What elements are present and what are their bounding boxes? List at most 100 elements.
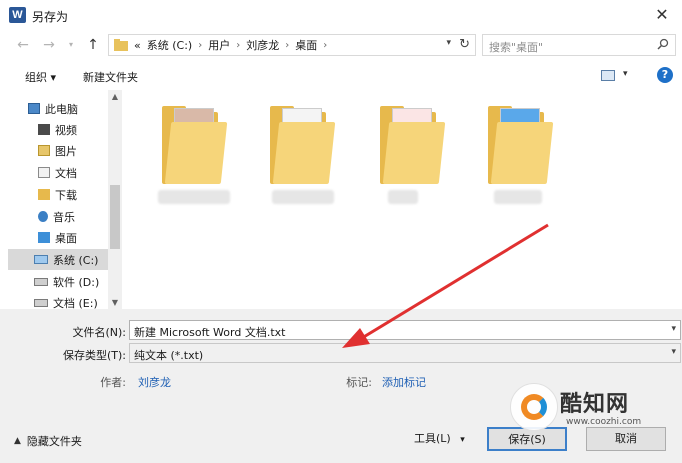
- sidebar-item-drive-c[interactable]: 系统 (C:): [8, 249, 108, 270]
- folder-front: [490, 122, 554, 184]
- command-toolbar: 组织 ▾ 新建文件夹 ▾ ?: [0, 60, 682, 90]
- hide-folders-label: 隐藏文件夹: [26, 435, 82, 448]
- watermark-url: www.coozhi.com: [566, 417, 642, 427]
- cancel-button[interactable]: 取消: [586, 427, 666, 451]
- folder-name-blurred: [388, 190, 418, 204]
- navigation-pane: 此电脑 视频 图片 文档 下载 音乐 桌面 系统 (C:) 软件 (D:) 文档…: [8, 90, 122, 309]
- filename-input[interactable]: 新建 Microsoft Word 文档.txt ▾: [129, 320, 681, 340]
- help-icon[interactable]: ?: [657, 67, 673, 83]
- download-icon: [38, 189, 50, 200]
- breadcrumb-user[interactable]: 刘彦龙: [246, 37, 279, 53]
- folder-item[interactable]: [380, 104, 446, 184]
- author-value[interactable]: 刘彦龙: [138, 374, 171, 390]
- documents-icon: [38, 167, 50, 178]
- coozhi-logo-icon: [510, 383, 558, 431]
- filetype-label: 保存类型(T):: [62, 349, 126, 362]
- forward-arrow-icon[interactable]: →: [40, 37, 58, 53]
- save-button[interactable]: 保存(S): [487, 427, 567, 451]
- scrollbar-thumb[interactable]: [110, 185, 120, 249]
- sidebar-item-label: 图片: [55, 144, 77, 158]
- folder-name-blurred: [494, 190, 542, 204]
- navigation-row: ← → ▾ ↑ « 系统 (C:) › 用户 › 刘彦龙 › 桌面 › ▾ ↻ …: [0, 30, 682, 60]
- address-overflow[interactable]: «: [134, 39, 141, 52]
- search-icon[interactable]: [657, 38, 669, 50]
- breadcrumb-separator-icon[interactable]: ›: [236, 40, 240, 51]
- sidebar-item-music[interactable]: 音乐: [8, 206, 108, 227]
- folder-icon: [114, 39, 128, 51]
- sidebar-item-downloads[interactable]: 下载: [8, 184, 108, 205]
- filetype-dropdown-chevron-icon[interactable]: ▾: [671, 347, 676, 357]
- organize-menu[interactable]: 组织 ▾: [25, 69, 56, 85]
- folder-item[interactable]: [270, 104, 336, 184]
- add-tags-link[interactable]: 添加标记: [382, 374, 426, 390]
- up-arrow-icon[interactable]: ↑: [84, 37, 102, 53]
- folder-item[interactable]: [488, 104, 554, 184]
- drive-icon: [34, 277, 48, 286]
- filetype-value: 纯文本 (*.txt): [134, 349, 204, 362]
- sidebar-scrollbar[interactable]: ▲ ▼: [108, 90, 122, 309]
- sidebar-item-label: 软件 (D:): [53, 275, 100, 289]
- sidebar-item-videos[interactable]: 视频: [8, 119, 108, 140]
- refresh-icon[interactable]: ↻: [459, 37, 470, 52]
- pc-icon: [28, 103, 40, 114]
- music-icon: [38, 211, 48, 222]
- file-list-pane: [122, 90, 682, 309]
- word-app-icon: W: [9, 7, 26, 23]
- tags-label: 标记:: [346, 376, 372, 389]
- back-arrow-icon[interactable]: ←: [14, 37, 32, 53]
- sidebar-item-label: 桌面: [55, 231, 77, 245]
- sidebar-item-drive-d[interactable]: 软件 (D:): [8, 271, 108, 292]
- folder-name-blurred: [158, 190, 230, 204]
- sidebar-item-this-pc[interactable]: 此电脑: [8, 98, 108, 119]
- sidebar-item-documents[interactable]: 文档: [8, 162, 108, 183]
- author-label: 作者:: [100, 376, 126, 389]
- sidebar-item-label: 此电脑: [45, 102, 78, 116]
- address-bar[interactable]: « 系统 (C:) › 用户 › 刘彦龙 › 桌面 › ▾ ↻: [108, 34, 476, 56]
- filetype-select[interactable]: 纯文本 (*.txt) ▾: [129, 343, 681, 363]
- tools-label: 工具(L): [414, 432, 451, 445]
- search-box[interactable]: 搜索"桌面": [482, 34, 676, 56]
- scroll-up-icon[interactable]: ▲: [108, 92, 122, 101]
- sidebar-item-label: 文档 (E:): [53, 296, 98, 310]
- sidebar-item-drive-e[interactable]: 文档 (E:): [8, 292, 108, 309]
- watermark-brand: 酷知网: [560, 392, 630, 417]
- filename-dropdown-chevron-icon[interactable]: ▾: [671, 324, 676, 334]
- title-bar: W 另存为 ✕: [0, 0, 682, 30]
- sidebar-item-label: 下载: [55, 188, 77, 202]
- sidebar-item-label: 系统 (C:): [53, 253, 99, 267]
- address-dropdown-chevron-icon[interactable]: ▾: [446, 38, 451, 48]
- recent-locations-chevron-icon[interactable]: ▾: [62, 37, 80, 53]
- folder-front: [382, 122, 446, 184]
- folder-item[interactable]: [162, 104, 228, 184]
- view-dropdown-chevron-icon[interactable]: ▾: [623, 69, 628, 79]
- breadcrumb-desktop[interactable]: 桌面: [295, 37, 317, 53]
- folder-name-blurred: [272, 190, 334, 204]
- hide-folders-toggle[interactable]: ▲ 隐藏文件夹: [14, 433, 82, 449]
- sidebar-item-pictures[interactable]: 图片: [8, 140, 108, 161]
- sidebar-item-label: 音乐: [53, 210, 75, 224]
- view-options-icon[interactable]: [601, 70, 615, 81]
- breadcrumb-separator-icon[interactable]: ›: [323, 40, 327, 51]
- desktop-icon: [38, 232, 50, 243]
- new-folder-button[interactable]: 新建文件夹: [83, 69, 138, 85]
- search-placeholder: 搜索"桌面": [489, 41, 544, 54]
- chevron-up-icon: ▲: [14, 436, 21, 446]
- folder-front: [272, 122, 336, 184]
- breadcrumb-users[interactable]: 用户: [208, 37, 230, 53]
- sidebar-item-label: 视频: [55, 123, 77, 137]
- tools-menu[interactable]: 工具(L) ▾: [414, 430, 465, 446]
- pictures-icon: [38, 145, 50, 156]
- filename-value: 新建 Microsoft Word 文档.txt: [134, 326, 286, 339]
- drive-c-icon: [34, 255, 48, 264]
- filename-label: 文件名(N):: [72, 326, 126, 339]
- breadcrumb-separator-icon[interactable]: ›: [198, 40, 202, 51]
- tools-dropdown-chevron-icon: ▾: [460, 435, 465, 445]
- scroll-down-icon[interactable]: ▼: [108, 298, 122, 307]
- close-icon[interactable]: ✕: [650, 4, 674, 26]
- breadcrumb-separator-icon[interactable]: ›: [285, 40, 289, 51]
- sidebar-item-desktop[interactable]: 桌面: [8, 227, 108, 248]
- folder-front: [164, 122, 228, 184]
- window-title: 另存为: [32, 10, 69, 24]
- breadcrumb-drive-c[interactable]: 系统 (C:): [147, 37, 192, 53]
- drive-icon: [34, 298, 48, 307]
